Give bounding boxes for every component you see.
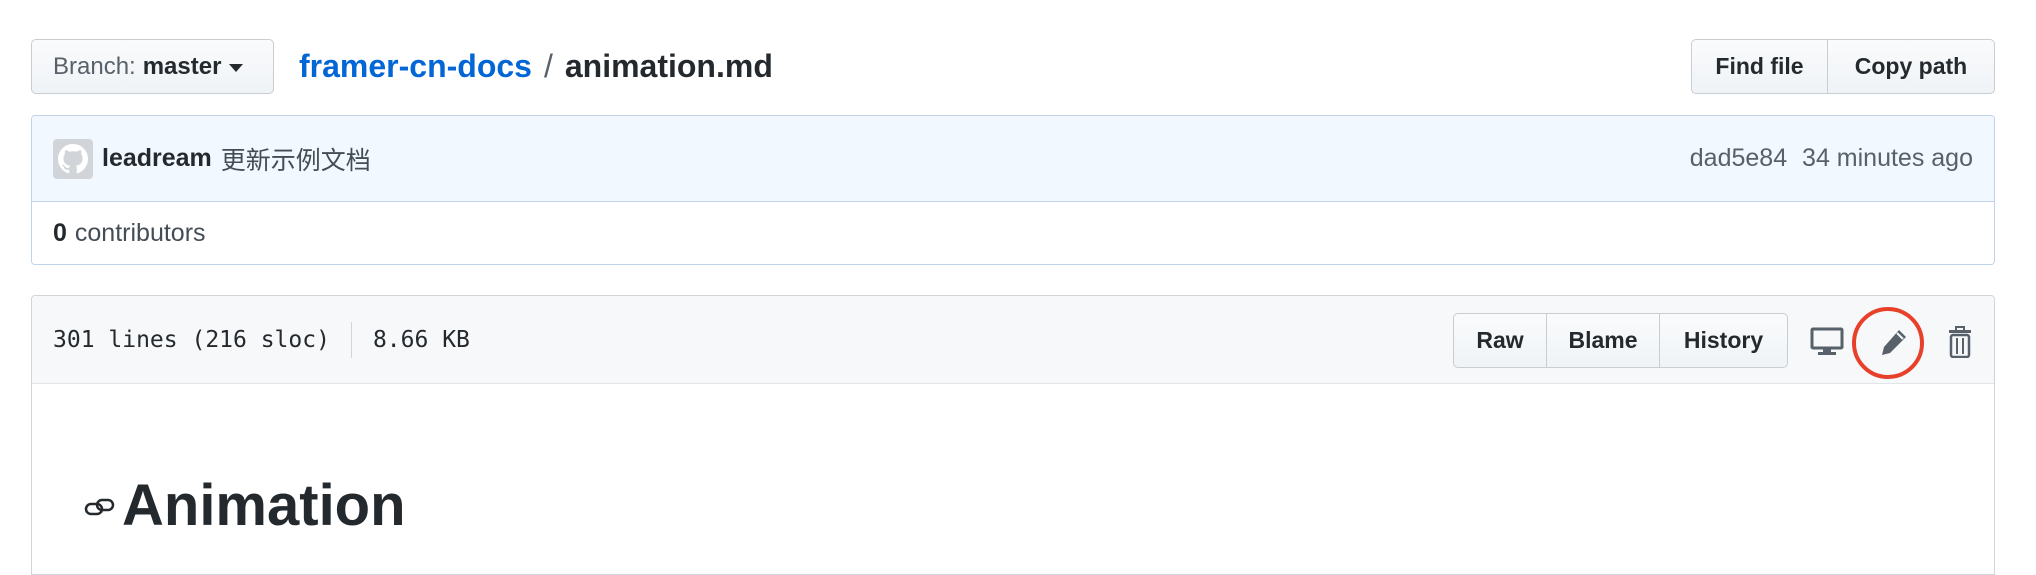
delete-file-button[interactable] xyxy=(1938,320,1982,364)
markdown-body: Animation xyxy=(32,384,1994,574)
trash-icon xyxy=(1949,326,1971,358)
markdown-heading: Animation xyxy=(122,473,406,538)
file-container: 301 lines (216 sloc) 8.66 KB Raw Blame H… xyxy=(31,295,1995,575)
branch-label: Branch: xyxy=(53,52,136,80)
commit-tease: leadream 更新示例文档 dad5e84 34 minutes ago 0… xyxy=(31,115,1995,265)
find-file-button[interactable]: Find file xyxy=(1691,39,1828,94)
file-nav-button-group: Find file Copy path xyxy=(1691,39,1995,94)
file-size: 8.66 KB xyxy=(372,326,470,353)
file-actions-button-group: Raw Blame History xyxy=(1453,313,1788,368)
contributors-row[interactable]: 0 contributors xyxy=(32,202,1994,264)
breadcrumb-separator: / xyxy=(543,48,553,84)
commit-meta: dad5e84 34 minutes ago xyxy=(1690,144,1973,173)
file-info-divider xyxy=(350,321,352,358)
file-line-count: 301 lines (216 sloc) xyxy=(53,326,330,353)
github-octocat-icon xyxy=(58,143,88,173)
link-icon[interactable] xyxy=(84,496,116,520)
open-desktop-button[interactable] xyxy=(1805,320,1849,364)
highlight-circle xyxy=(1852,307,1924,379)
commit-author-link[interactable]: leadream xyxy=(102,144,212,173)
breadcrumb: framer-cn-docs / animation.md xyxy=(299,39,773,94)
avatar[interactable] xyxy=(53,138,93,179)
contributors-label: contributors xyxy=(74,218,206,247)
commit-sha-link[interactable]: dad5e84 xyxy=(1690,144,1787,172)
branch-selector-button[interactable]: Branch: master xyxy=(31,39,274,94)
raw-button[interactable]: Raw xyxy=(1453,313,1547,368)
commit-message-link[interactable]: 更新示例文档 xyxy=(221,141,371,177)
file-navigation: Branch: master framer-cn-docs / animatio… xyxy=(31,39,1995,94)
file-info: 301 lines (216 sloc) 8.66 KB xyxy=(53,321,470,358)
blame-button[interactable]: Blame xyxy=(1546,313,1660,368)
contributors-count: 0 xyxy=(53,218,67,247)
history-button[interactable]: History xyxy=(1659,313,1788,368)
desktop-icon xyxy=(1810,327,1844,355)
file-header: 301 lines (216 sloc) 8.66 KB Raw Blame H… xyxy=(32,296,1994,384)
commit-time: 34 minutes ago xyxy=(1802,144,1973,172)
breadcrumb-repo-link[interactable]: framer-cn-docs xyxy=(299,48,532,85)
copy-path-button[interactable]: Copy path xyxy=(1827,39,1995,94)
latest-commit-row: leadream 更新示例文档 dad5e84 34 minutes ago xyxy=(32,116,1994,202)
branch-name: master xyxy=(142,52,222,80)
breadcrumb-file-name: animation.md xyxy=(564,48,773,84)
caret-down-icon xyxy=(229,63,244,72)
